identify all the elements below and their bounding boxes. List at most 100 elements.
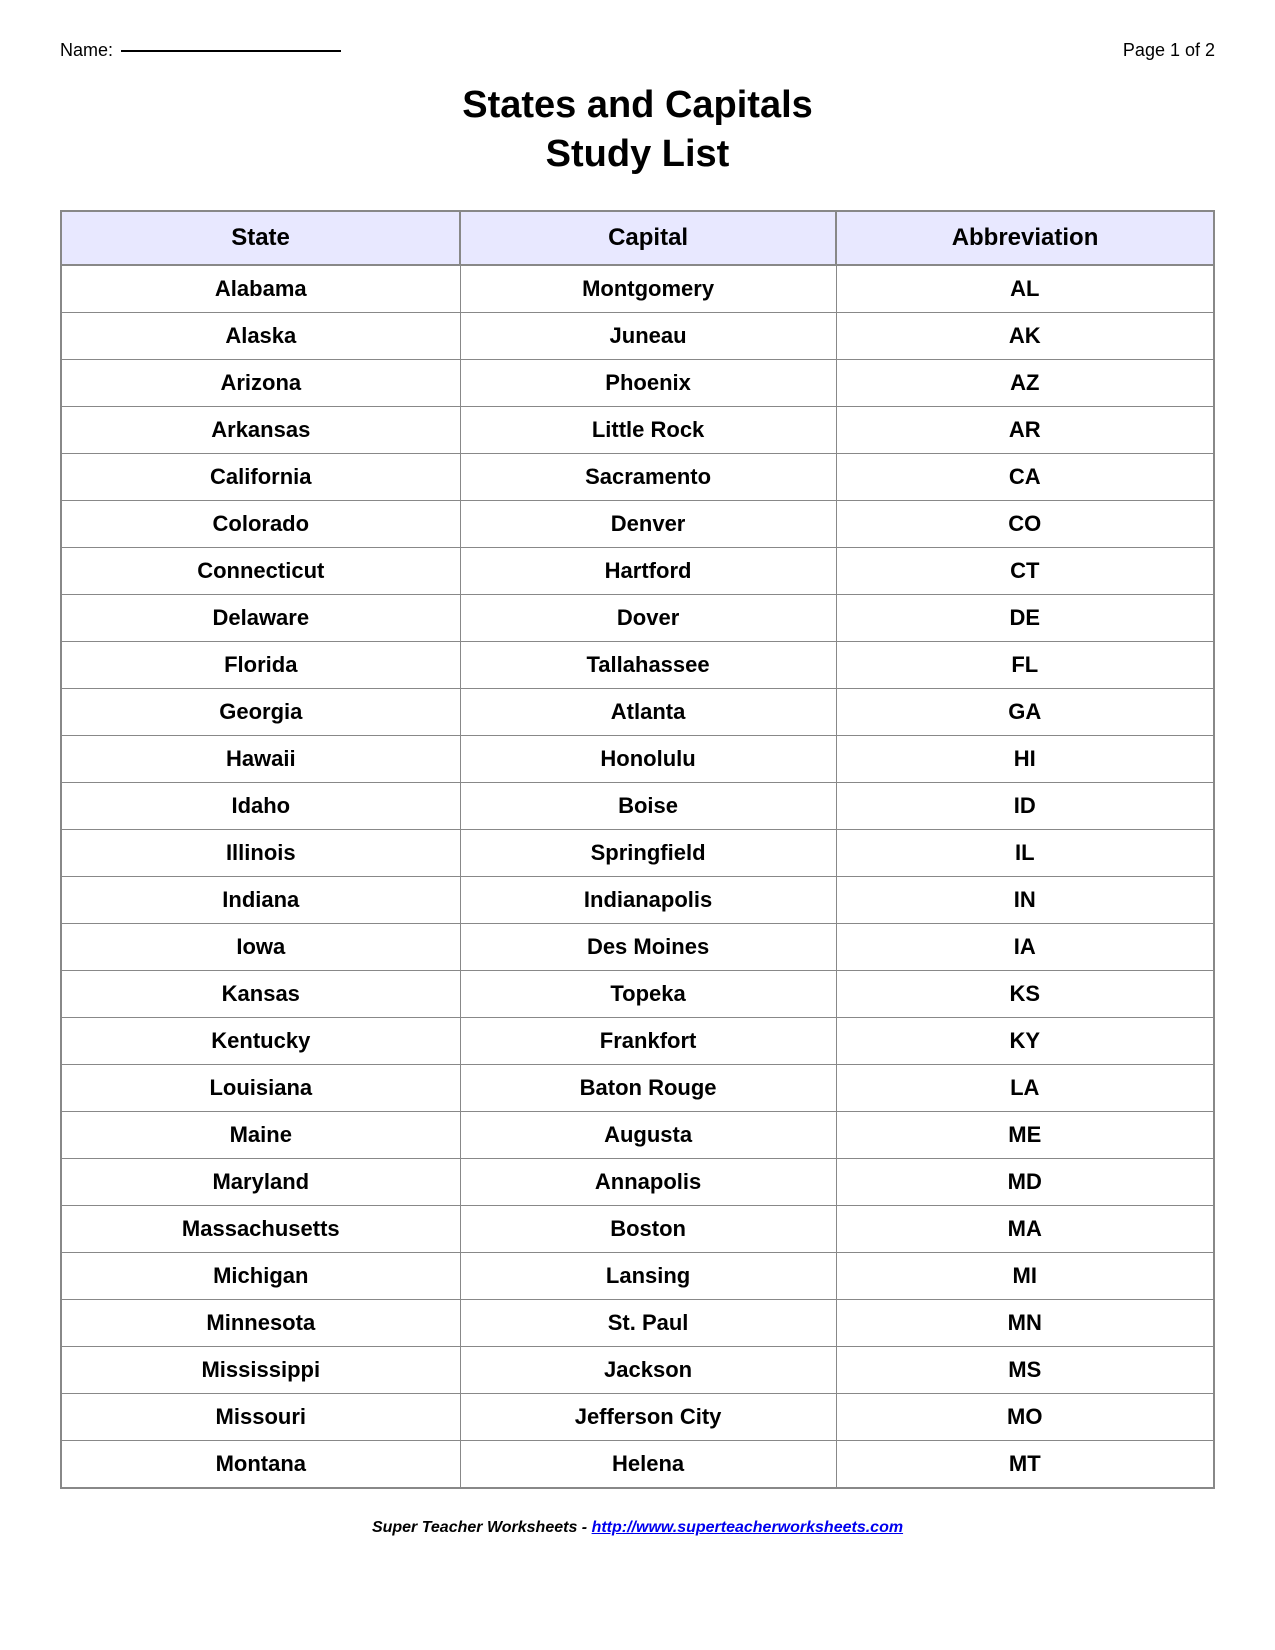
- cell-14-1: Des Moines: [460, 923, 836, 970]
- cell-5-0: Colorado: [61, 500, 460, 547]
- table-row: IndianaIndianapolisIN: [61, 876, 1214, 923]
- table-row: KansasTopekaKS: [61, 970, 1214, 1017]
- cell-0-2: AL: [836, 265, 1214, 313]
- cell-22-1: St. Paul: [460, 1299, 836, 1346]
- cell-6-2: CT: [836, 547, 1214, 594]
- cell-1-2: AK: [836, 312, 1214, 359]
- table-row: MinnesotaSt. PaulMN: [61, 1299, 1214, 1346]
- cell-16-2: KY: [836, 1017, 1214, 1064]
- cell-10-2: HI: [836, 735, 1214, 782]
- name-underline-field: [121, 50, 341, 52]
- cell-23-1: Jackson: [460, 1346, 836, 1393]
- cell-1-1: Juneau: [460, 312, 836, 359]
- cell-11-2: ID: [836, 782, 1214, 829]
- cell-13-2: IN: [836, 876, 1214, 923]
- cell-9-2: GA: [836, 688, 1214, 735]
- footer: Super Teacher Worksheets - http://www.su…: [60, 1519, 1215, 1537]
- title-line2: Study List: [546, 133, 730, 175]
- cell-14-0: Iowa: [61, 923, 460, 970]
- table-row: GeorgiaAtlantaGA: [61, 688, 1214, 735]
- page-number: Page 1 of 2: [1123, 40, 1215, 61]
- cell-18-2: ME: [836, 1111, 1214, 1158]
- cell-25-1: Helena: [460, 1440, 836, 1488]
- cell-17-0: Louisiana: [61, 1064, 460, 1111]
- cell-3-1: Little Rock: [460, 406, 836, 453]
- table-row: LouisianaBaton RougeLA: [61, 1064, 1214, 1111]
- cell-2-2: AZ: [836, 359, 1214, 406]
- cell-17-2: LA: [836, 1064, 1214, 1111]
- col-header-capital: Capital: [460, 211, 836, 265]
- cell-20-0: Massachusetts: [61, 1205, 460, 1252]
- table-row: MassachusettsBostonMA: [61, 1205, 1214, 1252]
- cell-3-2: AR: [836, 406, 1214, 453]
- cell-18-1: Augusta: [460, 1111, 836, 1158]
- table-row: MissouriJefferson CityMO: [61, 1393, 1214, 1440]
- cell-7-1: Dover: [460, 594, 836, 641]
- cell-16-0: Kentucky: [61, 1017, 460, 1064]
- table-row: HawaiiHonoluluHI: [61, 735, 1214, 782]
- cell-6-0: Connecticut: [61, 547, 460, 594]
- table-row: IdahoBoiseID: [61, 782, 1214, 829]
- cell-11-0: Idaho: [61, 782, 460, 829]
- name-line: Name:: [60, 40, 341, 61]
- cell-3-0: Arkansas: [61, 406, 460, 453]
- cell-15-2: KS: [836, 970, 1214, 1017]
- table-row: CaliforniaSacramentoCA: [61, 453, 1214, 500]
- cell-21-2: MI: [836, 1252, 1214, 1299]
- cell-19-2: MD: [836, 1158, 1214, 1205]
- cell-24-1: Jefferson City: [460, 1393, 836, 1440]
- cell-12-0: Illinois: [61, 829, 460, 876]
- col-header-abbreviation: Abbreviation: [836, 211, 1214, 265]
- cell-22-0: Minnesota: [61, 1299, 460, 1346]
- cell-11-1: Boise: [460, 782, 836, 829]
- table-row: KentuckyFrankfortKY: [61, 1017, 1214, 1064]
- page-header: Name: Page 1 of 2: [60, 40, 1215, 61]
- cell-19-0: Maryland: [61, 1158, 460, 1205]
- footer-text: Super Teacher Worksheets -: [372, 1519, 592, 1536]
- cell-15-0: Kansas: [61, 970, 460, 1017]
- table-row: MaineAugustaME: [61, 1111, 1214, 1158]
- cell-13-0: Indiana: [61, 876, 460, 923]
- cell-24-0: Missouri: [61, 1393, 460, 1440]
- table-row: MarylandAnnapolisMD: [61, 1158, 1214, 1205]
- title-line1: States and Capitals: [462, 84, 813, 126]
- cell-12-2: IL: [836, 829, 1214, 876]
- page-title: States and Capitals Study List: [60, 81, 1215, 180]
- cell-10-0: Hawaii: [61, 735, 460, 782]
- table-row: IllinoisSpringfieldIL: [61, 829, 1214, 876]
- footer-link[interactable]: http://www.superteacherworksheets.com: [592, 1519, 903, 1536]
- cell-5-2: CO: [836, 500, 1214, 547]
- cell-23-0: Mississippi: [61, 1346, 460, 1393]
- cell-9-1: Atlanta: [460, 688, 836, 735]
- cell-10-1: Honolulu: [460, 735, 836, 782]
- cell-23-2: MS: [836, 1346, 1214, 1393]
- table-row: MississippiJacksonMS: [61, 1346, 1214, 1393]
- table-row: MontanaHelenaMT: [61, 1440, 1214, 1488]
- cell-12-1: Springfield: [460, 829, 836, 876]
- cell-2-0: Arizona: [61, 359, 460, 406]
- cell-4-0: California: [61, 453, 460, 500]
- cell-8-1: Tallahassee: [460, 641, 836, 688]
- cell-19-1: Annapolis: [460, 1158, 836, 1205]
- table-row: MichiganLansingMI: [61, 1252, 1214, 1299]
- cell-4-2: CA: [836, 453, 1214, 500]
- cell-22-2: MN: [836, 1299, 1214, 1346]
- cell-8-0: Florida: [61, 641, 460, 688]
- table-row: ArkansasLittle RockAR: [61, 406, 1214, 453]
- cell-16-1: Frankfort: [460, 1017, 836, 1064]
- cell-7-2: DE: [836, 594, 1214, 641]
- cell-1-0: Alaska: [61, 312, 460, 359]
- cell-14-2: IA: [836, 923, 1214, 970]
- cell-17-1: Baton Rouge: [460, 1064, 836, 1111]
- cell-0-1: Montgomery: [460, 265, 836, 313]
- cell-20-2: MA: [836, 1205, 1214, 1252]
- cell-20-1: Boston: [460, 1205, 836, 1252]
- cell-18-0: Maine: [61, 1111, 460, 1158]
- table-row: FloridaTallahasseeFL: [61, 641, 1214, 688]
- cell-9-0: Georgia: [61, 688, 460, 735]
- cell-0-0: Alabama: [61, 265, 460, 313]
- cell-6-1: Hartford: [460, 547, 836, 594]
- table-row: ColoradoDenverCO: [61, 500, 1214, 547]
- table-row: ArizonaPhoenixAZ: [61, 359, 1214, 406]
- table-row: AlaskaJuneauAK: [61, 312, 1214, 359]
